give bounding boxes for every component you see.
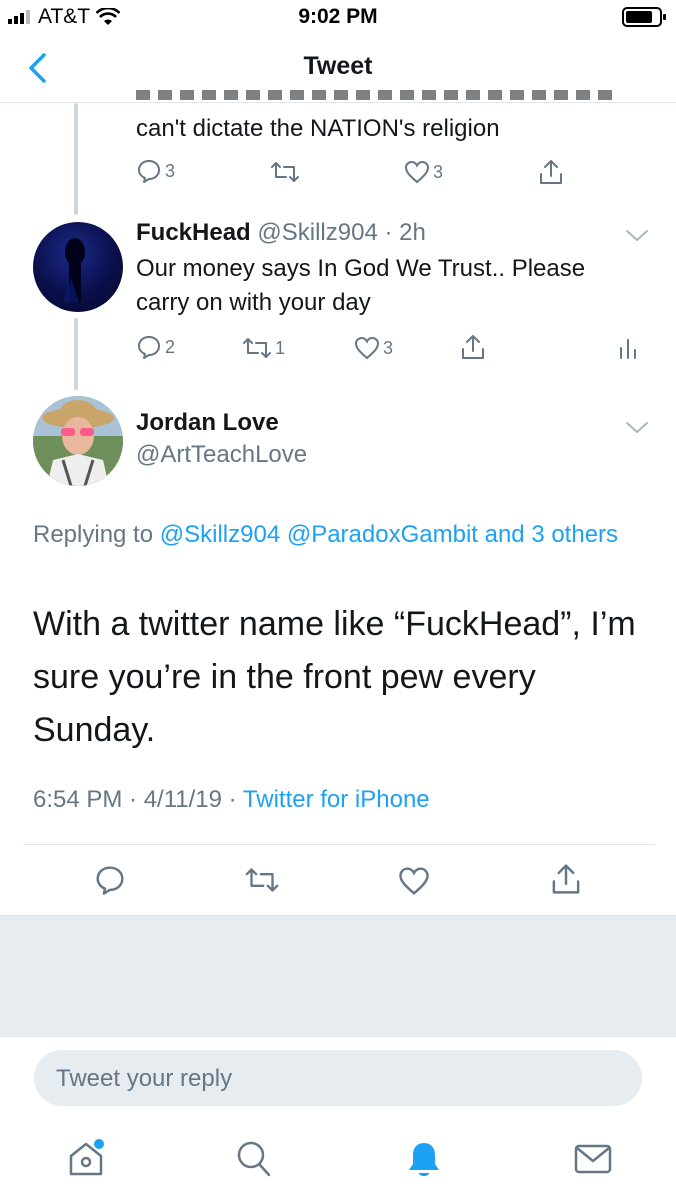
like-count: 3 (433, 161, 444, 182)
reply-placeholder: Tweet your reply (56, 1065, 233, 1092)
retweet-action[interactable] (270, 160, 300, 184)
thread-connector (74, 103, 78, 215)
reply-input[interactable]: Tweet your reply (34, 1050, 642, 1106)
messages-icon[interactable] (574, 1144, 612, 1174)
empty-area (0, 915, 676, 1037)
battery-icon (622, 7, 666, 27)
retweet-icon (271, 162, 299, 182)
retweet-action[interactable]: 1 (242, 336, 285, 360)
author-name[interactable]: Jordan Love (136, 406, 279, 440)
replying-prefix: Replying to (33, 521, 154, 548)
reply-button[interactable] (94, 864, 126, 896)
tweet-timestamp: 6:54 PM · 4/11/19 · (33, 786, 237, 813)
share-action[interactable] (460, 333, 486, 361)
share-action[interactable] (538, 158, 564, 186)
analytics-action[interactable] (618, 336, 638, 360)
reply-action[interactable]: 2 (136, 334, 175, 360)
status-bar: AT&T 9:02 PM (0, 0, 676, 34)
divider (23, 844, 655, 845)
search-icon[interactable] (236, 1140, 272, 1178)
retweet-icon (243, 338, 271, 358)
reply-count: 3 (165, 160, 176, 181)
heart-icon (354, 336, 380, 360)
tweet-source[interactable]: Twitter for iPhone (243, 786, 430, 813)
chevron-down-icon[interactable] (624, 228, 650, 244)
heart-icon (404, 160, 430, 184)
clock: 9:02 PM (298, 5, 378, 28)
author-handle[interactable]: @ArtTeachLove (136, 438, 307, 472)
notifications-icon[interactable] (406, 1140, 442, 1180)
reply-count: 2 (165, 336, 176, 357)
like-action[interactable]: 3 (354, 336, 393, 360)
avatar-image (33, 396, 123, 486)
home-icon[interactable] (66, 1138, 106, 1178)
chevron-down-icon[interactable] (624, 420, 650, 436)
author-name[interactable]: FuckHead (136, 219, 251, 246)
analytics-icon (620, 339, 636, 359)
reply-icon (138, 336, 160, 359)
share-icon (540, 160, 562, 184)
author-handle[interactable]: @Skillz904 (257, 219, 377, 246)
thread-connector (74, 318, 78, 390)
like-count: 3 (383, 337, 394, 358)
like-action[interactable]: 3 (404, 160, 443, 184)
avatar-image (63, 238, 85, 302)
retweet-button[interactable] (244, 866, 280, 894)
share-icon (462, 335, 484, 359)
share-button[interactable] (550, 862, 582, 896)
tweet-text: can't dictate the NATION's religion (136, 115, 500, 142)
clipped-text-fragment (136, 90, 616, 102)
tweet-text: Our money says In God We Trust.. Please … (136, 255, 586, 316)
replying-mentions[interactable]: @Skillz904 @ParadoxGambit and 3 others (160, 521, 618, 548)
avatar[interactable] (33, 222, 123, 312)
avatar[interactable] (33, 396, 123, 486)
like-button[interactable] (398, 866, 430, 896)
reply-action[interactable]: 3 (136, 158, 175, 184)
page-title: Tweet (303, 52, 373, 80)
tweet-time: · 2h (384, 219, 426, 246)
tab-bar (0, 1120, 676, 1200)
reply-icon (138, 160, 160, 183)
tweet-meta: 6:54 PM · 4/11/19 · Twitter for iPhone (33, 786, 430, 814)
replying-to: Replying to @Skillz904 @ParadoxGambit an… (33, 516, 633, 553)
retweet-count: 1 (275, 337, 286, 358)
main-tweet-text: With a twitter name like “FuckHead”, I’m… (33, 605, 636, 749)
